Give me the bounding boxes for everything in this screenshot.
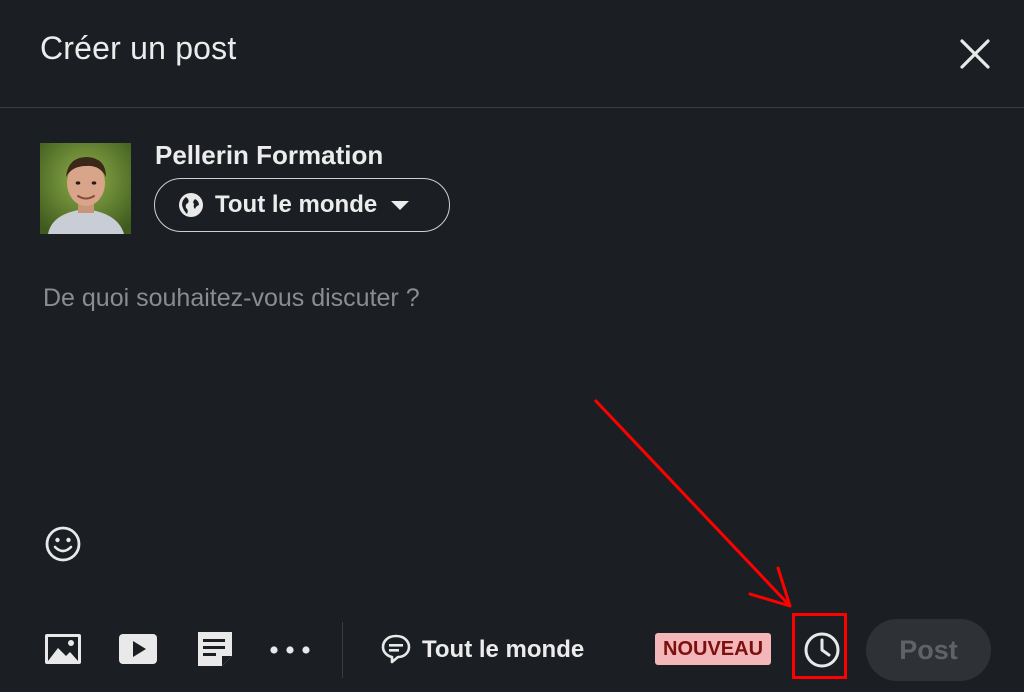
more-icon[interactable] [268,640,312,660]
image-icon[interactable] [43,631,83,667]
comment-audience-label: Tout le monde [422,636,585,663]
post-editor[interactable]: De quoi souhaitez-vous discuter ? [43,284,983,484]
dialog-title: Créer un post [40,30,237,66]
dialog-header: Créer un post [0,0,1024,108]
avatar [40,143,131,234]
toolbar-divider [342,622,343,678]
audience-selector[interactable]: Tout le monde [154,178,450,232]
clock-icon[interactable] [800,628,844,672]
editor-placeholder: De quoi souhaitez-vous discuter ? [43,284,420,312]
comment-audience-control[interactable]: Tout le monde [380,630,584,670]
emoji-icon[interactable] [43,524,83,564]
comment-icon [380,632,412,669]
caret-down-icon [391,200,410,210]
new-badge: NOUVEAU [655,633,772,665]
globe-icon [177,191,205,219]
document-icon[interactable] [196,630,234,668]
video-icon[interactable] [118,631,158,667]
author-name: Pellerin Formation [155,140,384,170]
close-icon[interactable] [955,34,995,74]
audience-label: Tout le monde [215,191,378,218]
post-button[interactable]: Post [866,619,991,681]
